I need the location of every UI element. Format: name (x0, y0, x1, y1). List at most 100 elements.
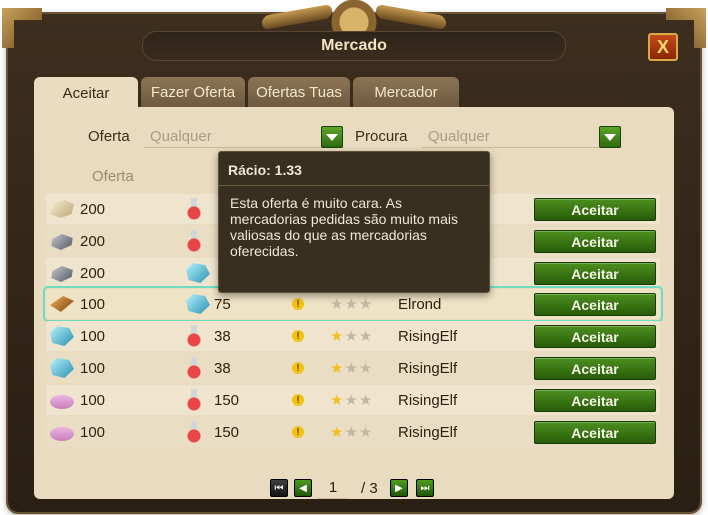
player-name: RisingElf (398, 423, 458, 441)
wanted-quantity: 38 (214, 327, 231, 345)
star-icon: ★ (358, 392, 373, 409)
warning-cell: ! (292, 289, 306, 319)
warning-cell: ! (292, 353, 306, 383)
offer-quantity: 100 (80, 327, 106, 345)
accept-button[interactable]: Aceitar (534, 198, 656, 221)
offer-filter-select[interactable]: Qualquer (144, 126, 344, 148)
offer-good-cell (50, 226, 76, 256)
steel-icon (51, 234, 73, 250)
gem-icon (186, 263, 210, 283)
potion-icon (186, 357, 202, 379)
page-number-input[interactable]: 1 (318, 477, 348, 499)
demand-filter-label: Procura (355, 128, 408, 145)
wanted-quantity: 38 (214, 359, 231, 377)
star-icon: ★ (358, 360, 373, 377)
warning-cell: ! (292, 417, 306, 447)
player-name: RisingElf (398, 391, 458, 409)
wanted-good-cell (186, 258, 212, 288)
prev-page-button[interactable]: ◀ (294, 479, 312, 497)
accept-button[interactable]: Aceitar (534, 293, 656, 316)
accept-button[interactable]: Aceitar (534, 230, 656, 253)
offer-quantity: 100 (80, 359, 106, 377)
ratio-tooltip: Rácio: 1.33 Esta oferta é muito cara. As… (218, 151, 490, 293)
marble-icon (50, 200, 74, 218)
star-icon: ★ (344, 360, 358, 377)
wanted-good-cell (186, 194, 212, 224)
star-icon: ★ (330, 392, 344, 409)
accept-button[interactable]: Aceitar (534, 421, 656, 444)
offer-quantity: 100 (80, 391, 106, 409)
warning-icon: ! (292, 394, 304, 406)
star-icon: ★ (330, 424, 344, 441)
accept-button[interactable]: Aceitar (534, 262, 656, 285)
silk-icon (50, 427, 74, 441)
offer-good-cell (50, 417, 76, 447)
player-name: RisingElf (398, 359, 458, 377)
offer-dropdown-button[interactable] (321, 126, 343, 148)
next-page-button[interactable]: ▶ (390, 479, 408, 497)
offer-good-cell (50, 353, 76, 383)
offer-row: 100 38! ★ ★ ★ RisingElf Aceitar (46, 353, 660, 383)
wanted-good-cell (186, 289, 212, 319)
demand-dropdown-button[interactable] (599, 126, 621, 148)
potion-icon (186, 389, 202, 411)
close-button[interactable]: X (648, 33, 678, 61)
tab-merchant[interactable]: Mercador (353, 77, 459, 107)
accept-button[interactable]: Aceitar (534, 389, 656, 412)
wanted-quantity: 150 (214, 391, 240, 409)
warning-cell: ! (292, 385, 306, 415)
tooltip-divider (219, 185, 489, 186)
offer-quantity: 100 (80, 423, 106, 441)
star-icon: ★ (344, 296, 358, 313)
rating-stars: ★ ★ ★ (330, 321, 382, 351)
warning-icon: ! (292, 362, 304, 374)
tooltip-title: Rácio: 1.33 (228, 162, 302, 178)
star-icon: ★ (344, 328, 358, 345)
steel-icon (51, 266, 73, 282)
gem-icon (50, 326, 74, 346)
warning-icon: ! (292, 298, 304, 310)
offer-good-cell (50, 385, 76, 415)
warning-icon: ! (292, 426, 304, 438)
potion-icon (186, 198, 202, 220)
rating-stars: ★ ★ ★ (330, 353, 382, 383)
page-total: / 3 (361, 480, 378, 497)
wanted-good-cell (186, 226, 212, 256)
wanted-good-cell (186, 385, 212, 415)
accept-button[interactable]: Aceitar (534, 325, 656, 348)
tooltip-body: Esta oferta é muito cara. As mercadorias… (230, 195, 458, 259)
offer-row: 100 150! ★ ★ ★ RisingElf Aceitar (46, 385, 660, 415)
demand-filter-select[interactable]: Qualquer (422, 126, 622, 148)
star-icon: ★ (330, 360, 344, 377)
tab-your-offers[interactable]: Ofertas Tuas (248, 77, 350, 107)
offer-row: 100 75! ★ ★ ★ Elrond Aceitar (43, 286, 663, 322)
warning-icon: ! (292, 330, 304, 342)
star-icon: ★ (330, 296, 344, 313)
warning-cell: ! (292, 321, 306, 351)
potion-icon (186, 325, 202, 347)
offer-good-cell (50, 321, 76, 351)
tab-bar: Aceitar Fazer Oferta Ofertas Tuas Mercad… (34, 77, 459, 109)
tab-accept[interactable]: Aceitar (34, 77, 138, 109)
offer-quantity: 200 (80, 232, 106, 250)
star-icon: ★ (344, 392, 358, 409)
star-icon: ★ (358, 328, 373, 345)
offer-quantity: 200 (80, 200, 106, 218)
offer-row: 100 150! ★ ★ ★ RisingElf Aceitar (46, 417, 660, 447)
accept-button[interactable]: Aceitar (534, 357, 656, 380)
wanted-quantity: 75 (214, 295, 231, 313)
rating-stars: ★ ★ ★ (330, 417, 382, 447)
tab-make-offer[interactable]: Fazer Oferta (141, 77, 245, 107)
gem-icon (50, 358, 74, 378)
gem-icon (186, 294, 210, 314)
wanted-good-cell (186, 321, 212, 351)
offer-good-cell (50, 194, 76, 224)
player-name: RisingElf (398, 327, 458, 345)
wanted-good-cell (186, 417, 212, 447)
first-page-button[interactable]: ⏮ (270, 479, 288, 497)
offer-filter-label: Oferta (88, 128, 130, 145)
offer-column-header: Oferta (92, 168, 134, 185)
wanted-good-cell (186, 353, 212, 383)
plank-icon (50, 296, 74, 312)
last-page-button[interactable]: ⏭ (416, 479, 434, 497)
